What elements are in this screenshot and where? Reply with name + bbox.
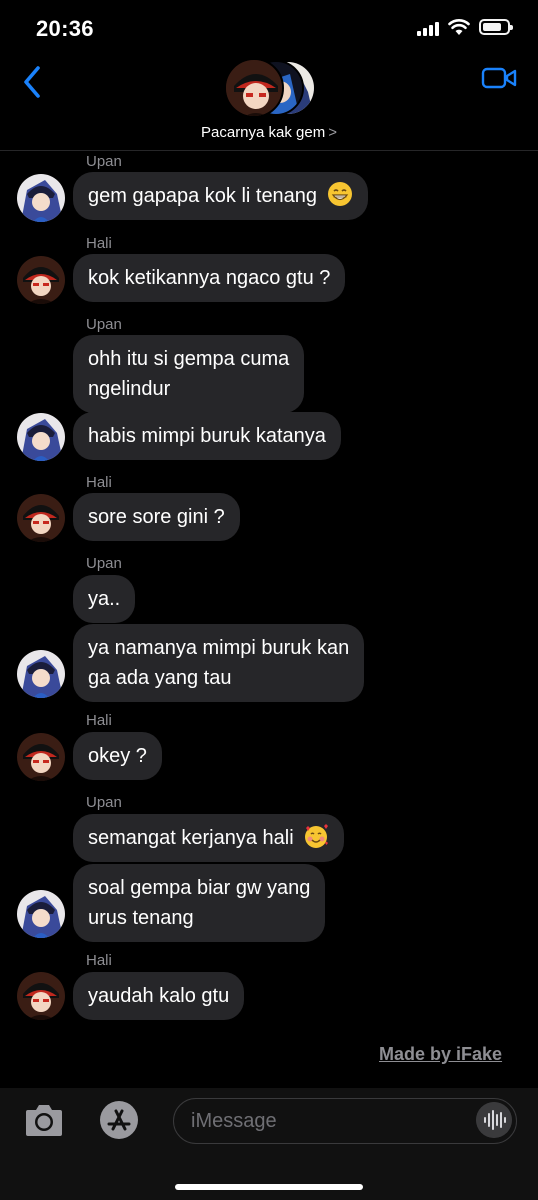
message-text-line: ya namanya mimpi buruk kan [88,637,350,659]
avatar-hali [17,733,65,781]
message-list[interactable]: Upan gem gapapa kok li tenang Hali kok k… [0,150,538,1080]
message-input-bar: iMessage [0,1088,538,1200]
smiling-face-with-hearts-emoji-icon [305,824,329,848]
avatar-upan [17,650,65,698]
message-bubble[interactable]: okey ? [73,732,162,780]
message-bubble[interactable]: gem gapapa kok li tenang [73,172,368,220]
message-bubble[interactable]: sore sore gini ? [73,493,240,541]
status-time: 20:36 [36,16,94,41]
home-indicator[interactable] [175,1184,363,1190]
chevron-right-icon: > [328,124,337,141]
cellular-signal-icon [417,20,443,36]
chevron-left-icon[interactable] [20,64,48,100]
message-text: habis mimpi buruk katanya [88,425,326,447]
video-camera-icon[interactable] [481,66,517,90]
sender-name: Hali [86,474,112,491]
message-text-line: soal gempa biar gw yang [88,877,311,899]
status-bar: 20:36 [0,0,538,58]
watermark-link[interactable]: Made by iFake [379,1044,502,1065]
sender-name: Upan [86,153,122,170]
sender-name: Upan [86,794,122,811]
message-text: kok ketikannya ngaco gtu ? [88,267,331,289]
message-text: sore sore gini ? [88,506,225,528]
conversation-header: Pacarnya kak gem > [0,58,538,151]
message-bubble[interactable]: ohh itu si gempa cuma ngelindur [73,335,305,413]
imessage-input[interactable]: iMessage [173,1098,517,1144]
grinning-face-emoji-icon [327,182,352,206]
message-bubble[interactable]: soal gempa biar gw yang urus tenang [73,864,326,942]
group-avatar[interactable] [224,58,318,118]
message-bubble[interactable]: ya namanya mimpi buruk kan ga ada yang t… [73,624,365,702]
sender-name: Hali [86,952,112,969]
message-text: ya.. [88,588,121,610]
message-text-line: urus tenang [88,907,194,929]
message-text: semangat kerjanya hali [88,827,294,849]
wifi-icon [448,19,470,35]
app-store-icon[interactable] [95,1100,145,1140]
audio-waveform-icon[interactable] [476,1102,512,1138]
message-text: gem gapapa kok li tenang [88,185,318,207]
avatar-hali [17,256,65,304]
message-text-line: ngelindur [88,378,171,400]
battery-icon [479,19,513,35]
sender-name: Upan [86,555,122,572]
sender-name: Upan [86,316,122,333]
contact-name[interactable]: Pacarnya kak gem > [0,124,538,141]
message-bubble[interactable]: kok ketikannya ngaco gtu ? [73,254,346,302]
imessage-placeholder: iMessage [191,1110,277,1132]
message-text: okey ? [88,745,147,767]
avatar-upan [17,890,65,938]
camera-icon[interactable] [22,1103,66,1139]
message-bubble[interactable]: semangat kerjanya hali [73,814,345,862]
avatar-hali [17,494,65,542]
message-text: yaudah kalo gtu [88,985,230,1007]
sender-name: Hali [86,712,112,729]
message-bubble[interactable]: yaudah kalo gtu [73,972,245,1020]
message-bubble[interactable]: ya.. [73,575,136,623]
avatar-upan [17,413,65,461]
message-text-line: ohh itu si gempa cuma [88,348,290,370]
message-text-line: ga ada yang tau [88,667,232,689]
message-bubble[interactable]: habis mimpi buruk katanya [73,412,341,460]
contact-name-label: Pacarnya kak gem [201,124,326,141]
avatar-hali [17,972,65,1020]
avatar-upan [17,174,65,222]
sender-name: Hali [86,235,112,252]
